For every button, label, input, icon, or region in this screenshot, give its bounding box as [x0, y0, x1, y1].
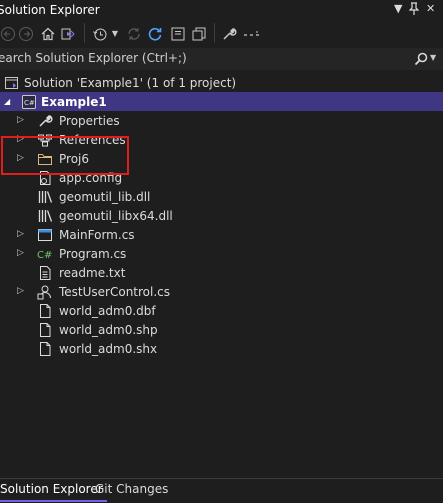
- highlight-annotation-box: [1, 136, 129, 175]
- forward-icon[interactable]: [18, 26, 34, 42]
- tree-item-label: world_adm0.dbf: [59, 304, 156, 318]
- dropdown-icon[interactable]: ▼: [394, 2, 402, 15]
- collapsed-arrow-icon[interactable]: ▷: [17, 285, 27, 298]
- sync-icon[interactable]: [126, 26, 142, 42]
- expanded-arrow-icon[interactable]: ◢: [4, 95, 14, 108]
- tree-item-program[interactable]: ▷ C# Program.cs: [0, 244, 443, 263]
- file-icon: [37, 303, 53, 319]
- tree-item-world-dbf[interactable]: world_adm0.dbf: [0, 301, 443, 320]
- solution-tree: Solution 'Example1' (1 of 1 project) ◢ C…: [0, 70, 443, 478]
- form-icon: [37, 227, 53, 243]
- tree-item-geomutil-lib[interactable]: geomutil_lib.dll: [0, 187, 443, 206]
- tree-item-label: readme.txt: [59, 266, 126, 280]
- properties-icon[interactable]: [221, 26, 237, 42]
- collapse-all-icon[interactable]: [170, 26, 186, 42]
- tool-window-tabs: Solution Explorer Git Changes: [0, 478, 443, 503]
- preview-icon[interactable]: [243, 26, 261, 42]
- file-icon: [37, 322, 53, 338]
- tree-item-label: MainForm.cs: [59, 228, 135, 242]
- file-icon: [37, 341, 53, 357]
- tree-item-properties[interactable]: ▷ Properties: [0, 111, 443, 130]
- svg-text:C#: C#: [37, 250, 52, 261]
- pin-icon[interactable]: [408, 2, 420, 18]
- home-icon[interactable]: [40, 26, 56, 42]
- tree-item-label: TestUserControl.cs: [59, 285, 171, 299]
- tree-item-readme[interactable]: readme.txt: [0, 263, 443, 282]
- tree-item-testusercontrol[interactable]: ▷ TestUserControl.cs: [0, 282, 443, 301]
- chevron-down-icon[interactable]: ▼: [110, 26, 120, 42]
- tree-item-label: Properties: [59, 114, 120, 128]
- project-label: Example1: [41, 95, 107, 109]
- search-options-icon[interactable]: ▼: [430, 53, 438, 63]
- history-icon[interactable]: [92, 26, 108, 42]
- tree-item-world-shp[interactable]: world_adm0.shp: [0, 320, 443, 339]
- library-icon: [37, 189, 53, 205]
- collapsed-arrow-icon[interactable]: ▷: [17, 228, 27, 241]
- solution-icon: [4, 75, 20, 91]
- tree-project-row[interactable]: ◢ C# Example1: [0, 92, 443, 111]
- back-icon[interactable]: [0, 26, 16, 42]
- csharp-project-icon: C#: [21, 94, 37, 110]
- csharp-file-icon: C#: [37, 246, 53, 262]
- tree-item-world-shx[interactable]: world_adm0.shx: [0, 339, 443, 358]
- tree-item-label: Program.cs: [59, 247, 127, 261]
- tree-solution-row[interactable]: Solution 'Example1' (1 of 1 project): [0, 73, 443, 92]
- toolbar-separator: [214, 23, 215, 43]
- svg-text:C#: C#: [24, 99, 35, 107]
- search-icon[interactable]: [413, 51, 429, 67]
- collapsed-arrow-icon[interactable]: ▷: [17, 114, 27, 127]
- switch-views-icon[interactable]: [60, 26, 76, 42]
- search-bar[interactable]: earch Solution Explorer (Ctrl+;) ▼: [0, 48, 443, 70]
- show-all-files-icon[interactable]: [191, 26, 207, 42]
- tree-item-label: geomutil_lib.dll: [59, 190, 151, 204]
- refresh-icon[interactable]: [147, 26, 163, 42]
- toolbar: ▼: [0, 20, 443, 48]
- text-file-icon: [37, 265, 53, 281]
- tree-item-label: world_adm0.shx: [59, 342, 158, 356]
- user-control-icon: [37, 284, 53, 300]
- tree-item-label: geomutil_libx64.dll: [59, 209, 173, 223]
- collapsed-arrow-icon[interactable]: ▷: [17, 247, 27, 260]
- window-title: Solution Explorer: [0, 3, 100, 17]
- solution-label: Solution 'Example1' (1 of 1 project): [24, 76, 237, 90]
- tree-item-geomutil-libx64[interactable]: geomutil_libx64.dll: [0, 206, 443, 225]
- tree-item-mainform[interactable]: ▷ MainForm.cs: [0, 225, 443, 244]
- title-bar: Solution Explorer ▼ ✕: [0, 0, 443, 20]
- toolbar-separator: [84, 23, 85, 43]
- library-icon: [37, 208, 53, 224]
- tab-git-changes[interactable]: Git Changes: [91, 480, 172, 500]
- wrench-icon: [37, 113, 53, 129]
- close-icon[interactable]: ✕: [426, 2, 435, 15]
- search-input[interactable]: earch Solution Explorer (Ctrl+;): [0, 51, 187, 65]
- tree-item-label: world_adm0.shp: [59, 323, 158, 337]
